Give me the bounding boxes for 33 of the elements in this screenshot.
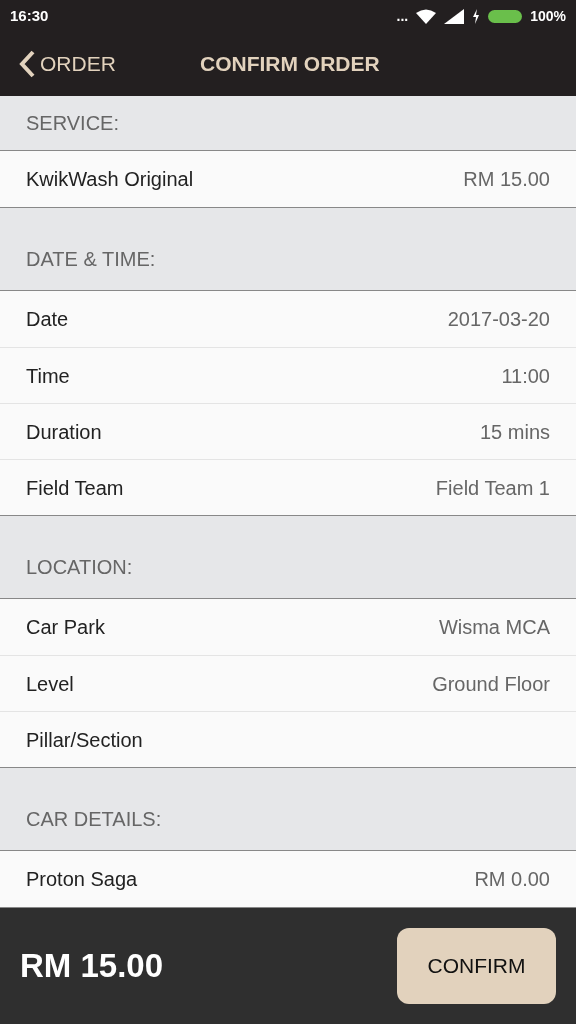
more-indicator: ... <box>396 6 409 26</box>
row-label: Level <box>26 671 74 697</box>
row-label: Pillar/Section <box>26 727 143 753</box>
row-label: KwikWash Original <box>26 167 194 192</box>
signal-icon <box>444 8 465 24</box>
row-label: Duration <box>26 419 102 445</box>
wifi-icon <box>416 8 437 24</box>
row-value: RM 15.00 <box>463 167 550 192</box>
section-heading: CAR DETAILS: <box>26 807 162 832</box>
section-heading: LOCATION: <box>26 555 133 580</box>
row-value: RM 0.00 <box>474 867 550 892</box>
back-button[interactable]: ORDER <box>0 48 116 80</box>
page-title: CONFIRM ORDER <box>200 51 380 78</box>
row-value: Ground Floor <box>432 671 550 697</box>
row-value: Field Team 1 <box>435 475 550 501</box>
row-value: 15 mins <box>479 419 550 445</box>
row-label: Date <box>26 307 69 332</box>
row-value: 2017-03-20 <box>447 307 550 332</box>
battery-percent: 100% <box>530 6 566 26</box>
row-label: Car Park <box>26 615 105 640</box>
total-price: RM 15.00 <box>20 946 164 987</box>
row-value: 11:00 <box>501 363 550 389</box>
row-label: Field Team <box>26 475 124 501</box>
back-chevron-icon <box>18 50 36 78</box>
section-heading: SERVICE: <box>26 111 119 136</box>
row-label: Proton Saga <box>26 867 138 892</box>
confirm-button[interactable]: CONFIRM <box>397 928 556 1004</box>
row-label: Time <box>26 363 70 389</box>
charging-icon <box>472 8 481 24</box>
status-time: 16:30 <box>10 5 49 26</box>
row-value: Wisma MCA <box>438 615 550 640</box>
battery-icon <box>488 8 523 24</box>
section-heading: DATE & TIME: <box>26 247 156 272</box>
